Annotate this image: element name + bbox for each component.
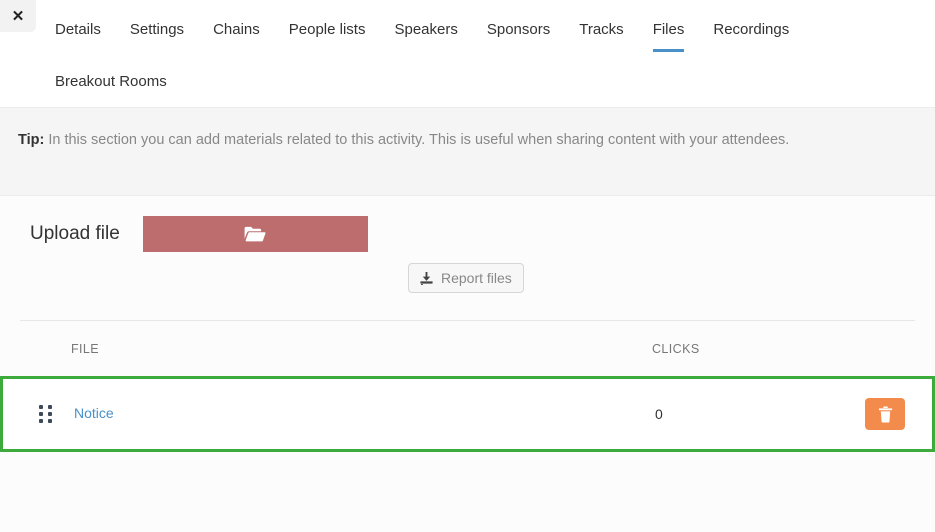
panel-header: ✕ Details Settings Chains People lists S… [0, 0, 935, 107]
header-cell-clicks: CLICKS [652, 341, 700, 356]
tab-label: Speakers [394, 21, 458, 38]
tab-label: Tracks [579, 21, 624, 38]
row-handle-cell [23, 405, 74, 423]
report-row: Report files [0, 252, 935, 293]
row-file-cell: Notice [74, 405, 655, 423]
table-row[interactable]: Notice 0 [0, 376, 935, 452]
files-content: Upload file Report files FILE CLICKS Not… [0, 196, 935, 532]
tab-breakout-rooms[interactable]: Breakout Rooms [55, 66, 915, 104]
tab-label: Details [55, 21, 101, 38]
tab-speakers[interactable]: Speakers [394, 14, 457, 52]
tab-label: Files [652, 21, 685, 38]
tab-settings[interactable]: Settings [130, 14, 184, 52]
tab-label: People lists [288, 21, 366, 38]
drag-handle-icon[interactable] [39, 405, 52, 423]
upload-row: Upload file [0, 196, 935, 252]
tip-text: Tip: In this section you can add materia… [18, 130, 858, 151]
file-name-link[interactable]: Notice [74, 405, 114, 421]
tip-banner: Tip: In this section you can add materia… [0, 107, 935, 196]
row-clicks-cell: 0 [655, 406, 663, 422]
report-files-button[interactable]: Report files [408, 263, 524, 293]
tip-label: Tip: [18, 132, 45, 148]
upload-file-button[interactable] [142, 216, 368, 252]
row-action-cell [845, 398, 912, 430]
drag-dot [48, 419, 52, 423]
drag-dot [39, 405, 43, 409]
tab-chains[interactable]: Chains [213, 14, 260, 52]
tab-recordings[interactable]: Recordings [713, 14, 789, 52]
delete-file-button[interactable] [865, 398, 905, 430]
tab-label: Sponsors [486, 21, 551, 38]
upload-file-label: Upload file [30, 223, 120, 244]
files-table: FILE CLICKS Notice 0 [0, 320, 935, 452]
tab-label: Chains [213, 21, 260, 38]
close-button[interactable]: ✕ [0, 0, 36, 32]
header-cell-file: FILE [71, 341, 99, 356]
folder-open-icon [244, 226, 266, 243]
tab-label: Recordings [713, 21, 790, 38]
drag-dot [39, 419, 43, 423]
tab-tracks[interactable]: Tracks [579, 14, 623, 52]
tab-files[interactable]: Files [652, 14, 685, 52]
drag-dot [39, 412, 43, 416]
files-panel: ✕ Details Settings Chains People lists S… [0, 0, 935, 532]
tab-sponsors[interactable]: Sponsors [487, 14, 550, 52]
tab-details[interactable]: Details [55, 14, 101, 52]
download-icon [419, 271, 434, 286]
close-icon: ✕ [11, 7, 25, 25]
report-files-label: Report files [441, 270, 512, 286]
table-header-row: FILE CLICKS [20, 321, 915, 376]
tab-people-lists[interactable]: People lists [289, 14, 366, 52]
tab-label: Breakout Rooms [55, 73, 167, 90]
trash-icon [878, 405, 893, 423]
drag-dot [48, 412, 52, 416]
tab-label: Settings [129, 21, 185, 38]
drag-dot [48, 405, 52, 409]
tip-body: In this section you can add materials re… [44, 132, 790, 148]
tab-bar: Details Settings Chains People lists Spe… [55, 14, 915, 104]
